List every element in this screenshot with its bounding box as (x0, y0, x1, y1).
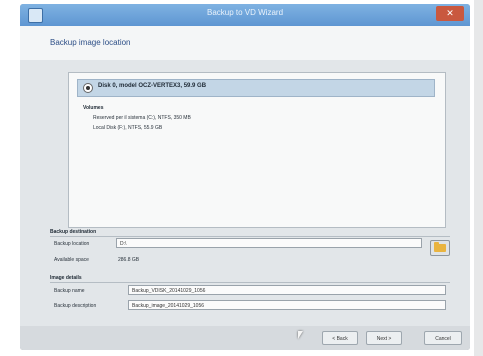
page-edge-strip (474, 0, 483, 356)
next-button[interactable]: Next > (366, 331, 402, 345)
window-titlebar[interactable]: Backup to VD Wizard ✕ (20, 4, 470, 26)
backup-name-input[interactable]: Backup_VDISK_20141029_1056 (128, 285, 446, 295)
image-details-group-label: Image details (50, 275, 82, 281)
group-divider (50, 236, 450, 237)
disk-option[interactable]: Disk 0, model OCZ-VERTEX3, 59.9 GB (77, 79, 435, 97)
close-icon[interactable]: ✕ (436, 6, 464, 21)
disk-list-panel: Disk 0, model OCZ-VERTEX3, 59.9 GB Volum… (68, 72, 446, 228)
backup-location-label: Backup location (54, 241, 90, 247)
volumes-heading: Volumes (83, 105, 104, 111)
volume-item: Local Disk (F:), NTFS, 55.9 GB (93, 125, 163, 131)
destination-group-label: Backup destination (50, 229, 97, 235)
available-space-value: 286.8 GB (118, 257, 140, 263)
monitor-screen: Backup to VD Wizard ✕ Backup image locat… (20, 4, 470, 350)
cancel-button[interactable]: Cancel (424, 331, 462, 345)
backup-name-label: Backup name (54, 288, 85, 294)
wizard-footer: < Back Next > Cancel (20, 326, 470, 350)
backup-description-input[interactable]: Backup_image_20141029_1056 (128, 300, 446, 310)
disk-label: Disk 0, model OCZ-VERTEX3, 59.9 GB (98, 83, 207, 89)
mouse-cursor-icon (298, 331, 303, 339)
page-title: Backup image location (50, 38, 131, 47)
back-button[interactable]: < Back (322, 331, 358, 345)
backup-location-input[interactable]: D:\ (116, 238, 422, 248)
backup-description-label: Backup description (54, 303, 97, 309)
volume-item: Reserved per il sistema (C:), NTFS, 350 … (93, 115, 191, 121)
wizard-body: Backup image location Disk 0, model OCZ-… (20, 26, 470, 326)
browse-folder-button[interactable] (430, 240, 450, 256)
wizard-header: Backup image location (20, 26, 470, 60)
window-title: Backup to VD Wizard (206, 8, 284, 17)
group-divider (50, 282, 450, 283)
available-space-label: Available space (54, 257, 89, 263)
radio-selected-icon[interactable] (83, 83, 93, 93)
folder-icon (434, 244, 446, 252)
